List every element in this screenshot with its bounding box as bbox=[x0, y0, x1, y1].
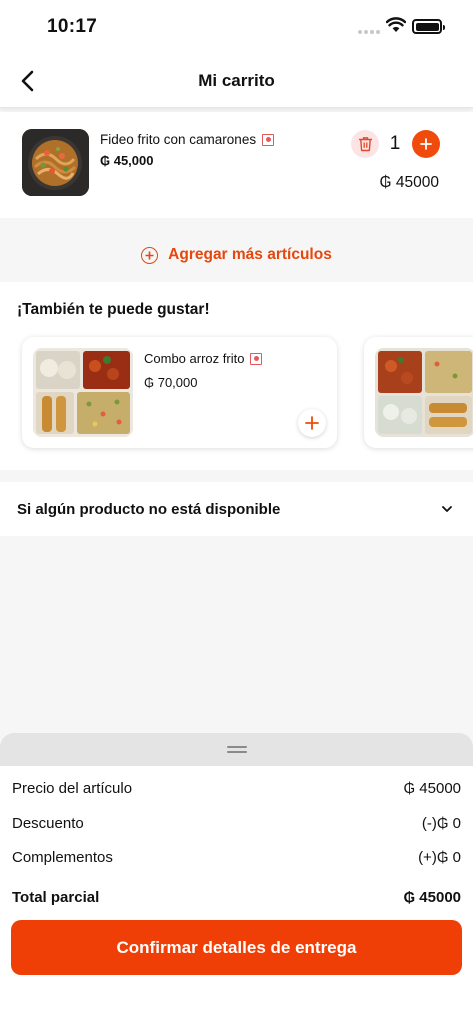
suggestions-title: ¡También te puede gustar! bbox=[17, 301, 210, 318]
status-bar: 10:17 bbox=[0, 0, 473, 54]
page-title: Mi carrito bbox=[198, 71, 275, 90]
battery-icon bbox=[412, 19, 445, 34]
unavailable-label: Si algún producto no está disponible bbox=[17, 500, 281, 518]
food-type-icon bbox=[250, 352, 263, 365]
order-summary-sheet: Precio del artículo ₲ 45000 Descuento (-… bbox=[0, 733, 473, 1024]
suggestion-card[interactable]: Combo arroz frito ₲ 70,000 bbox=[22, 337, 337, 448]
suggestion-card[interactable] bbox=[364, 337, 473, 448]
wifi-icon bbox=[386, 17, 406, 32]
header: Mi carrito bbox=[0, 54, 473, 108]
summary-row-addons: Complementos (+)₲ 0 bbox=[12, 849, 461, 866]
suggestion-name: Combo arroz frito bbox=[144, 351, 263, 366]
suggestions-section: ¡También te puede gustar! Combo arroz fr… bbox=[0, 282, 473, 470]
suggestion-image bbox=[375, 348, 473, 437]
chevron-down-icon bbox=[442, 506, 452, 512]
add-more-label: Agregar más artículos bbox=[168, 246, 332, 263]
item-image bbox=[22, 129, 89, 196]
trash-icon bbox=[358, 137, 372, 152]
add-suggestion-button[interactable] bbox=[298, 409, 326, 437]
cellular-signal-icon bbox=[358, 30, 380, 34]
plus-icon bbox=[420, 138, 432, 150]
plus-icon bbox=[305, 416, 319, 430]
food-type-icon bbox=[262, 133, 275, 146]
status-time: 10:17 bbox=[47, 16, 98, 37]
item-quantity: 1 bbox=[389, 133, 401, 154]
item-name: Fideo frito con camarones bbox=[100, 132, 275, 147]
drag-handle-icon bbox=[226, 746, 247, 753]
delete-item-button[interactable] bbox=[351, 130, 379, 158]
cart-item: Fideo frito con camarones ₲ 45,000 1 ₲ 4… bbox=[0, 112, 473, 218]
item-price: ₲ 45,000 bbox=[100, 153, 154, 168]
item-total: ₲ 45000 bbox=[379, 174, 439, 191]
add-circle-icon bbox=[141, 246, 159, 264]
suggestion-price: ₲ 70,000 bbox=[144, 375, 198, 390]
summary-row-subtotal: Total parcial ₲ 45000 bbox=[12, 889, 461, 906]
add-more-items-button[interactable]: Agregar más artículos bbox=[0, 228, 473, 282]
summary-row-item-price: Precio del artículo ₲ 45000 bbox=[12, 780, 461, 797]
increase-quantity-button[interactable] bbox=[412, 130, 440, 158]
summary-row-discount: Descuento (-)₲ 0 bbox=[12, 815, 461, 832]
confirm-delivery-button[interactable]: Confirmar detalles de entrega bbox=[11, 920, 462, 975]
suggestion-image bbox=[33, 348, 133, 437]
unavailable-options-dropdown[interactable]: Si algún producto no está disponible bbox=[0, 482, 473, 536]
sheet-drag-handle[interactable] bbox=[0, 733, 473, 766]
